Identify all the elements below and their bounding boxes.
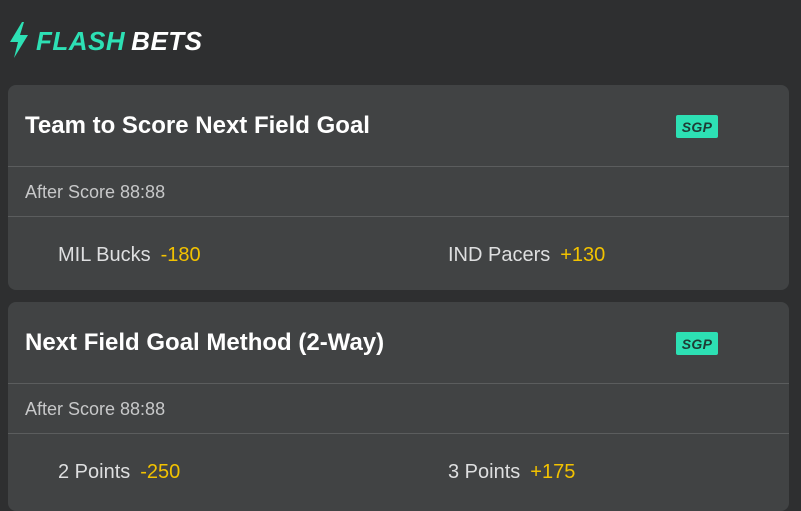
- brand-title: FLASH BETS: [36, 26, 203, 56]
- brand-flash-text: FLASH: [36, 26, 126, 56]
- outcome-button-ind-pacers[interactable]: IND Pacers +130: [448, 243, 605, 267]
- market-title: Next Field Goal Method (2-Way): [25, 329, 385, 356]
- market-header: Next Field Goal Method (2-Way) SGP: [8, 302, 789, 384]
- market-subtitle: After Score 88:88: [25, 182, 166, 202]
- market-card-next-field-goal-method: Next Field Goal Method (2-Way) SGP After…: [8, 302, 789, 511]
- outcome-name: IND Pacers: [448, 244, 551, 266]
- brand-bets-text: BETS: [131, 26, 203, 56]
- flash-bets-header: FLASH BETS: [0, 0, 801, 85]
- outcome-button-2-points[interactable]: 2 Points -250: [58, 460, 180, 484]
- sgp-badge[interactable]: SGP: [676, 115, 718, 138]
- outcome-odds: -250: [140, 461, 181, 483]
- sgp-badge[interactable]: SGP: [676, 332, 718, 355]
- outcome-odds: +175: [530, 461, 576, 483]
- market-subtitle: After Score 88:88: [25, 399, 166, 419]
- outcome-button-3-points[interactable]: 3 Points +175: [448, 460, 575, 484]
- market-subtitle-row: After Score 88:88: [8, 167, 789, 217]
- outcome-button-mil-bucks[interactable]: MIL Bucks -180: [58, 243, 201, 267]
- outcome-name: 2 Points: [58, 461, 131, 483]
- market-card-next-field-goal-team: Team to Score Next Field Goal SGP After …: [8, 85, 789, 290]
- market-subtitle-row: After Score 88:88: [8, 384, 789, 434]
- market-outcomes: MIL Bucks -180 IND Pacers +130: [8, 217, 789, 290]
- market-header: Team to Score Next Field Goal SGP: [8, 85, 789, 167]
- market-title: Team to Score Next Field Goal: [25, 112, 370, 139]
- outcome-name: MIL Bucks: [58, 244, 151, 266]
- outcome-odds: +130: [560, 244, 606, 266]
- outcome-odds: -180: [160, 244, 201, 266]
- outcome-name: 3 Points: [448, 461, 521, 483]
- lightning-bolt-icon: [10, 22, 28, 58]
- market-outcomes: 2 Points -250 3 Points +175: [8, 434, 789, 507]
